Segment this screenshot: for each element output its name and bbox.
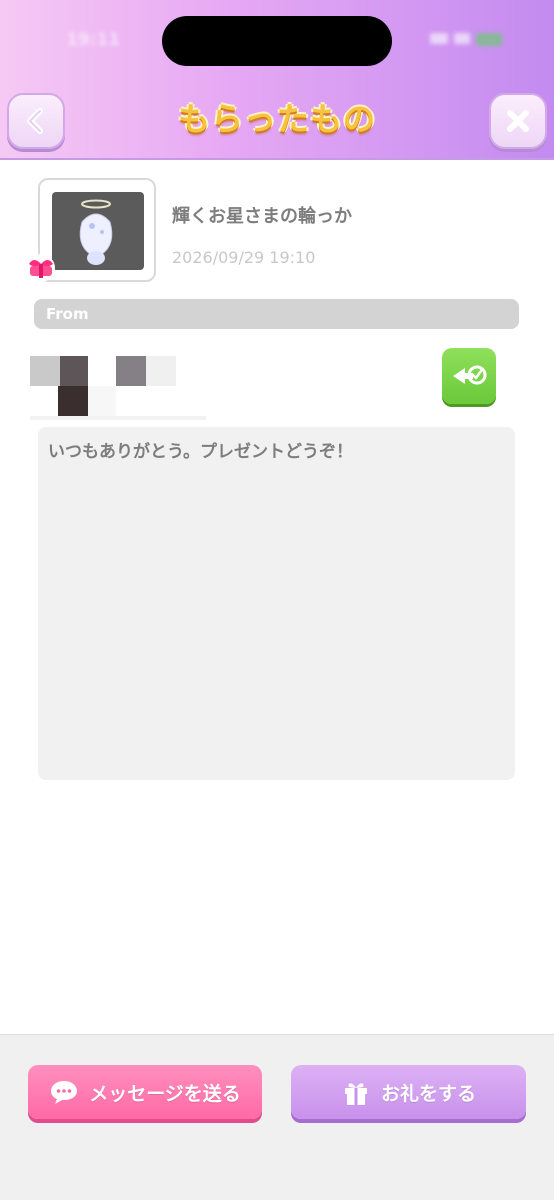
status-icons bbox=[430, 33, 502, 46]
close-icon bbox=[507, 110, 529, 132]
close-button[interactable] bbox=[489, 93, 547, 149]
chat-bubble-icon bbox=[51, 1081, 78, 1104]
signal-icon bbox=[430, 33, 448, 44]
status-time: 19:11 bbox=[66, 30, 121, 50]
gift-icon bbox=[344, 1083, 367, 1105]
item-name: 輝くお星さまの輪っか bbox=[172, 206, 352, 227]
from-section-bar: From bbox=[34, 299, 519, 329]
pixel-block bbox=[30, 416, 206, 420]
pixel-block bbox=[88, 386, 116, 418]
message-text: いつもありがとう。プレゼントどうぞ！ bbox=[48, 442, 353, 462]
pixel-block bbox=[116, 356, 146, 386]
header-bar: 19:11 もらったもの bbox=[0, 0, 554, 160]
wifi-icon bbox=[454, 33, 470, 44]
visit-room-button[interactable] bbox=[442, 348, 496, 404]
sender-avatar-obscured[interactable] bbox=[30, 356, 206, 420]
pixel-block bbox=[146, 356, 176, 386]
halo-item-icon bbox=[79, 199, 113, 265]
pixel-block bbox=[30, 356, 60, 386]
camera-notch bbox=[162, 16, 392, 66]
from-label: From bbox=[46, 305, 89, 323]
ribbon-badge-icon bbox=[27, 254, 55, 282]
pixel-block bbox=[88, 356, 116, 386]
item-image bbox=[52, 192, 144, 270]
thanks-label: お礼をする bbox=[380, 1082, 476, 1105]
thanks-button[interactable]: お礼をする bbox=[291, 1065, 526, 1119]
send-message-button[interactable]: メッセージを送る bbox=[28, 1065, 262, 1119]
pixel-block bbox=[58, 386, 88, 418]
received-date: 2026/09/29 19:10 bbox=[172, 248, 316, 267]
message-box: いつもありがとう。プレゼントどうぞ！ bbox=[38, 427, 515, 780]
pixel-block bbox=[60, 356, 88, 386]
page-title: もらったもの bbox=[177, 100, 376, 138]
room-visit-icon bbox=[453, 365, 487, 385]
battery-icon bbox=[476, 33, 502, 46]
send-message-label: メッセージを送る bbox=[89, 1082, 241, 1105]
